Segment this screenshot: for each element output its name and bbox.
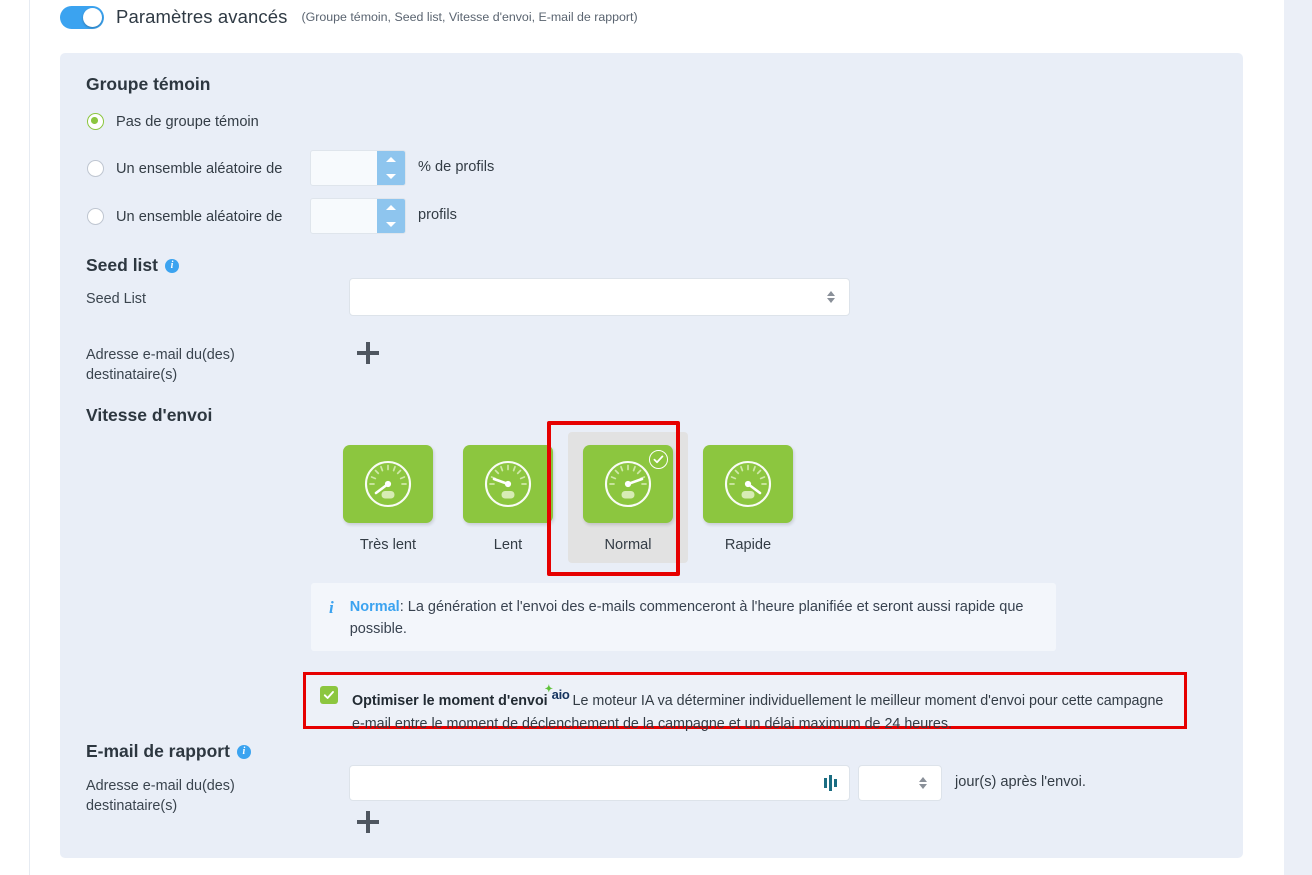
report-days-unit-label: jour(s) après l'envoi.: [955, 774, 1086, 790]
percent-input[interactable]: [311, 151, 377, 185]
caret-up-icon: [386, 157, 396, 162]
speed-tile[interactable]: [343, 445, 433, 523]
report-days-input[interactable]: [859, 766, 914, 800]
optimize-send-time-text: Optimiser le moment d'envoi ✦ aio Le moteur…: [352, 683, 1174, 736]
speed-label: Normal: [604, 537, 652, 553]
count-unit-label: profils: [418, 207, 457, 223]
seed-list-section: Seed list i: [86, 255, 179, 276]
radio-option-percent[interactable]: Un ensemble aléatoire de: [87, 160, 282, 177]
speed-label: Très lent: [359, 537, 417, 553]
speed-tile[interactable]: [583, 445, 673, 523]
report-recipient-label-line2: destinataire(s): [86, 798, 178, 814]
percent-stepper-buttons[interactable]: [377, 151, 405, 185]
sending-speed-title: Vitesse d'envoi: [86, 405, 213, 425]
seed-recipient-label-line1: Adresse e-mail du(des): [86, 347, 235, 363]
speed-info-body: : La génération et l'envoi des e-mails c…: [349, 599, 1024, 637]
speed-label: Rapide: [724, 537, 772, 553]
seed-add-recipient-button[interactable]: [357, 342, 379, 364]
right-gutter: [1284, 0, 1312, 875]
toggle-knob: [83, 7, 102, 27]
radio-percent-label: Un ensemble aléatoire de: [116, 160, 283, 177]
gauge-icon: [484, 460, 532, 508]
info-icon[interactable]: i: [236, 744, 251, 759]
seed-recipient-label: Adresse e-mail du(des) destinataire(s): [86, 345, 286, 385]
advanced-settings-title: Paramètres avancés: [116, 6, 288, 27]
seed-recipient-label-line2: destinataire(s): [86, 367, 178, 383]
speed-option-lent[interactable]: Lent: [448, 432, 568, 563]
advanced-settings-header: Paramètres avancés (Groupe témoin, Seed …: [60, 3, 638, 31]
left-divider: [29, 0, 30, 875]
optimize-send-time-row[interactable]: Optimiser le moment d'envoi ✦ aio Le moteur…: [303, 672, 1187, 732]
caret-down-icon: [386, 222, 396, 227]
chevron-updown-icon[interactable]: [919, 777, 927, 789]
gauge-icon: [364, 460, 412, 508]
optimize-send-time-label: Optimiser le moment d'envoi: [352, 693, 548, 709]
caret-down-icon: [386, 174, 396, 179]
info-icon[interactable]: i: [164, 258, 179, 273]
radio-option-count[interactable]: Un ensemble aléatoire de: [87, 208, 282, 225]
count-input[interactable]: [311, 199, 377, 233]
radio-none[interactable]: [87, 113, 104, 130]
count-decrement-button[interactable]: [377, 216, 405, 233]
speed-info-text: Normal: La génération et l'envoi des e-m…: [350, 596, 1040, 640]
advanced-settings-subtitle: (Groupe témoin, Seed list, Vitesse d'env…: [301, 10, 638, 24]
report-recipient-label-line1: Adresse e-mail du(des): [86, 778, 235, 794]
count-stepper-buttons[interactable]: [377, 199, 405, 233]
advanced-settings-page: Paramètres avancés (Groupe témoin, Seed …: [0, 0, 1312, 875]
report-days-stepper[interactable]: [858, 765, 942, 801]
report-email-title: E-mail de rapport: [86, 741, 230, 761]
speed-tile[interactable]: [463, 445, 553, 523]
percent-increment-button[interactable]: [377, 151, 405, 168]
personalization-icon[interactable]: [824, 775, 837, 791]
seed-list-title: Seed list: [86, 255, 158, 275]
percent-decrement-button[interactable]: [377, 168, 405, 185]
info-icon: i: [329, 598, 334, 617]
gauge-icon: [724, 460, 772, 508]
caret-up-icon: [386, 205, 396, 210]
speed-label: Lent: [493, 537, 523, 553]
report-email-input-wrapper[interactable]: [349, 765, 850, 801]
sending-speed-options: Très lent Lent Normal Rapide: [328, 432, 808, 563]
report-email-section: E-mail de rapport i: [86, 741, 251, 762]
aio-badge-text: aio: [551, 687, 570, 702]
seed-list-field-label: Seed List: [86, 291, 147, 307]
radio-none-label: Pas de groupe témoin: [116, 113, 259, 130]
chevron-updown-icon: [827, 291, 835, 303]
optimize-send-time-checkbox[interactable]: [320, 686, 338, 704]
speed-option-normal[interactable]: Normal: [568, 432, 688, 563]
speed-option-tres-lent[interactable]: Très lent: [328, 432, 448, 563]
radio-option-none[interactable]: Pas de groupe témoin: [87, 113, 259, 130]
radio-count[interactable]: [87, 208, 104, 225]
report-recipient-label: Adresse e-mail du(des) destinataire(s): [86, 776, 296, 816]
gauge-icon: [604, 460, 652, 508]
count-increment-button[interactable]: [377, 199, 405, 216]
radio-percent[interactable]: [87, 160, 104, 177]
control-group-title: Groupe témoin: [86, 74, 211, 94]
aio-badge: ✦ aio: [545, 683, 570, 706]
count-stepper[interactable]: [310, 198, 406, 234]
speed-tile[interactable]: [703, 445, 793, 523]
speed-info-banner: i Normal: La génération et l'envoi des e…: [311, 583, 1056, 651]
report-email-input[interactable]: [350, 766, 820, 800]
percent-unit-label: % de profils: [418, 159, 495, 175]
radio-count-label: Un ensemble aléatoire de: [116, 208, 283, 225]
speed-option-rapide[interactable]: Rapide: [688, 432, 808, 563]
advanced-settings-toggle[interactable]: [60, 5, 104, 29]
sparkle-icon: ✦: [544, 684, 553, 695]
speed-info-strong: Normal: [349, 599, 400, 615]
report-add-recipient-button[interactable]: [357, 811, 379, 833]
seed-list-select[interactable]: [349, 278, 850, 316]
percent-stepper[interactable]: [310, 150, 406, 186]
